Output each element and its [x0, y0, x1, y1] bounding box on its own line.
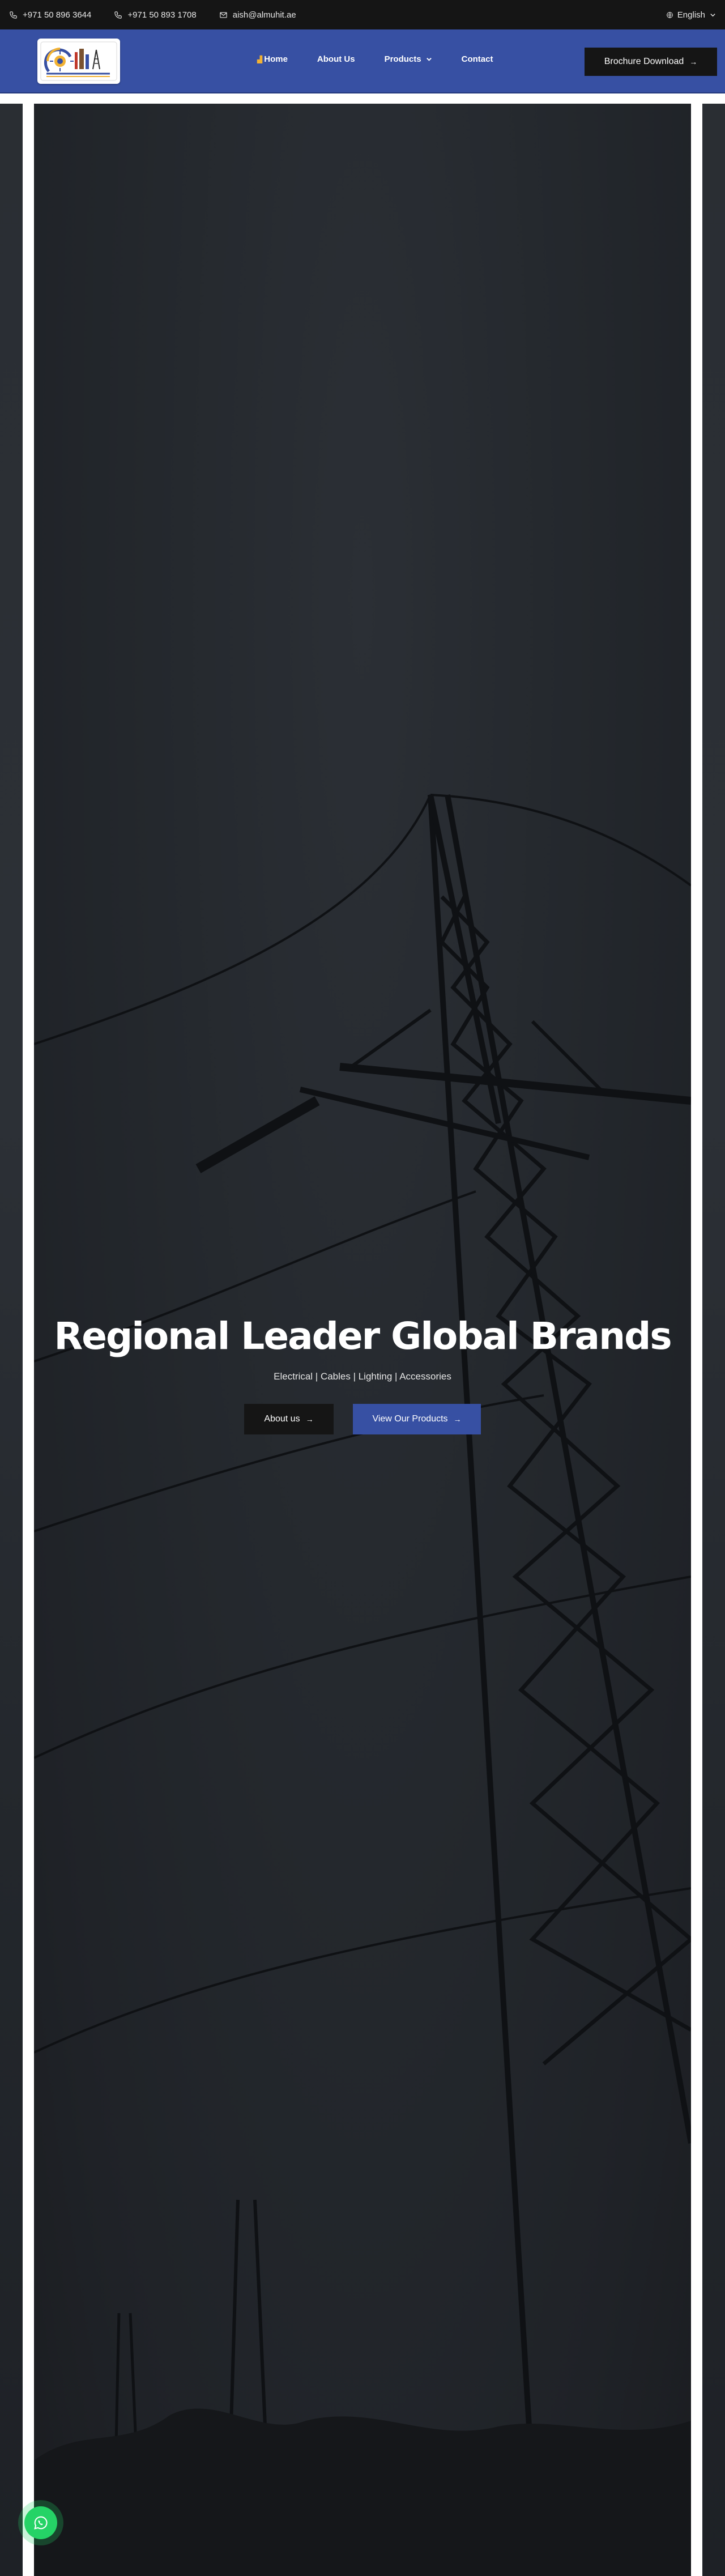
hero-slider: Regional Leader Global Brands Electrical…: [0, 104, 725, 2576]
next-slide-peek[interactable]: [702, 104, 725, 2576]
phone-number-1: +971 50 896 3644: [23, 10, 92, 20]
main-navigation: ▟ Home About Us Products Contact: [257, 54, 522, 64]
brochure-label: Brochure Download: [604, 57, 684, 66]
about-us-button[interactable]: About us →: [244, 1403, 334, 1434]
hero-title: Regional Leader Global Brands: [54, 1314, 672, 1358]
email-contact[interactable]: aish@almuhit.ae: [219, 10, 296, 20]
whatsapp-button[interactable]: [18, 2500, 63, 2545]
nav-about-us[interactable]: About Us: [317, 54, 355, 64]
nav-products-label: Products: [384, 54, 421, 64]
arrow-right-icon: →: [453, 1414, 462, 1424]
hero-subtitle: Electrical | Cables | Lighting | Accesso…: [274, 1370, 451, 1382]
nav-products[interactable]: Products: [385, 54, 432, 64]
chevron-down-icon: [426, 58, 432, 61]
previous-slide-peek[interactable]: [0, 104, 23, 2576]
phone-number-2: +971 50 893 1708: [127, 10, 197, 20]
brochure-download-button[interactable]: Brochure Download →: [585, 48, 717, 76]
nav-about-label: About Us: [317, 54, 355, 64]
hero-content: Regional Leader Global Brands Electrical…: [34, 1314, 691, 1434]
about-us-label: About us: [264, 1413, 300, 1424]
nav-home-label: Home: [264, 54, 288, 64]
email-address: aish@almuhit.ae: [232, 10, 296, 20]
view-products-button[interactable]: View Our Products →: [353, 1403, 481, 1434]
chevron-down-icon: [710, 13, 715, 16]
arrow-right-icon: →: [689, 57, 698, 66]
hero-buttons: About us → View Our Products →: [34, 1403, 691, 1434]
bolt-icon: ▟: [257, 55, 263, 63]
globe-icon: [666, 11, 673, 18]
whatsapp-circle: [24, 2506, 57, 2539]
nav-contact[interactable]: Contact: [462, 54, 493, 64]
language-selector[interactable]: English: [666, 10, 716, 20]
nav-contact-label: Contact: [461, 54, 493, 64]
main-header: ▟ Home About Us Products Contact Brochure…: [0, 29, 725, 93]
phone-contact-2[interactable]: +971 50 893 1708: [114, 10, 197, 20]
whatsapp-icon: [34, 2516, 48, 2530]
company-logo[interactable]: [37, 39, 120, 84]
logo-emblem-icon: [40, 41, 117, 81]
phone-contact-1[interactable]: +971 50 896 3644: [9, 10, 91, 20]
mail-icon: [220, 12, 227, 18]
phone-icon: [114, 11, 122, 19]
language-label: English: [677, 10, 705, 20]
view-products-label: View Our Products: [372, 1413, 448, 1424]
phone-icon: [10, 11, 17, 19]
top-bar: +971 50 896 3644 +971 50 893 1708 aish@a…: [0, 0, 725, 29]
nav-home[interactable]: ▟ Home: [257, 54, 288, 64]
hero-slide: Regional Leader Global Brands Electrical…: [34, 104, 691, 2576]
arrow-right-icon: →: [305, 1414, 314, 1424]
